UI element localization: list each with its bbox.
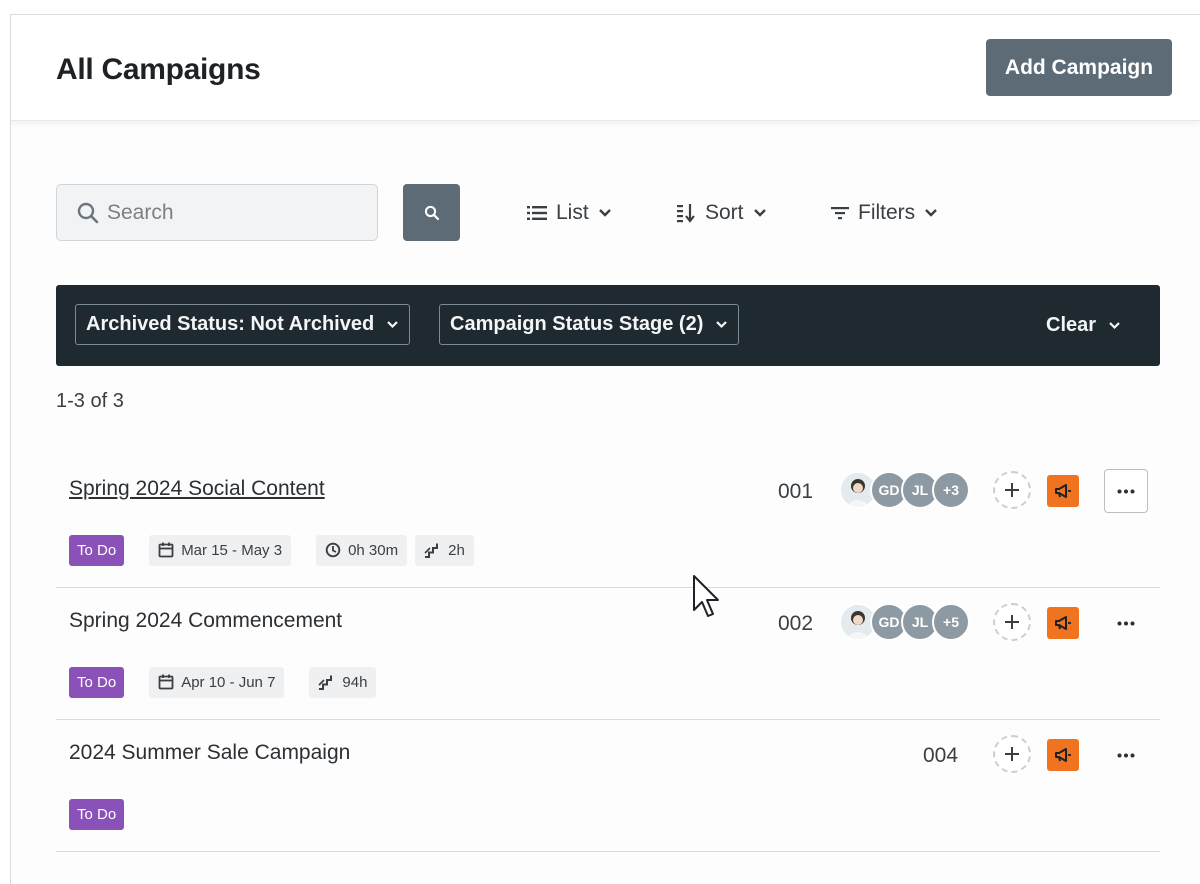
campaign-title-link[interactable]: 2024 Summer Sale Campaign bbox=[69, 741, 350, 765]
more-options-button[interactable] bbox=[1104, 601, 1148, 645]
plus-icon bbox=[1005, 615, 1019, 629]
more-options-button[interactable] bbox=[1104, 733, 1148, 777]
campaign-title-link[interactable]: Spring 2024 Social Content bbox=[69, 477, 325, 501]
date-range-text: Mar 15 - May 3 bbox=[181, 541, 283, 559]
campaign-row[interactable]: Spring 2024 Social Content To Do Mar 15 … bbox=[56, 456, 1160, 588]
clear-filters-button[interactable]: Clear bbox=[1046, 314, 1121, 337]
sort-dropdown[interactable]: Sort bbox=[676, 198, 767, 228]
avatar-overflow-count: +5 bbox=[932, 603, 970, 641]
megaphone-icon bbox=[1047, 607, 1079, 639]
time-tracked-tag: 0h 30m bbox=[316, 534, 408, 566]
filter-chip-label: Campaign Status Stage (2) bbox=[450, 313, 704, 335]
filters-label: Filters bbox=[858, 201, 916, 224]
active-filters-bar: Archived Status: Not Archived Campaign S… bbox=[56, 285, 1160, 366]
campaign-id: 004 bbox=[923, 744, 959, 767]
stairs-icon bbox=[318, 675, 333, 690]
filter-chip-label: Archived Status: Not Archived bbox=[86, 313, 375, 335]
view-dropdown[interactable]: List bbox=[527, 198, 612, 228]
calendar-icon bbox=[158, 542, 174, 558]
campaign-row[interactable]: 2024 Summer Sale Campaign To Do 004 bbox=[56, 720, 1160, 852]
search-field[interactable] bbox=[56, 184, 378, 241]
plus-icon bbox=[1005, 483, 1019, 497]
ellipsis-icon bbox=[1117, 489, 1135, 493]
filter-chip-archived-status[interactable]: Archived Status: Not Archived bbox=[75, 304, 411, 345]
campaign-tags: To Do Apr 10 - Jun 7 94h bbox=[69, 666, 377, 698]
search-icon bbox=[424, 205, 439, 220]
date-range-tag: Apr 10 - Jun 7 bbox=[149, 666, 285, 698]
add-assignee-button[interactable] bbox=[993, 735, 1031, 773]
add-assignee-button[interactable] bbox=[993, 471, 1031, 509]
page-title: All Campaigns bbox=[56, 53, 261, 86]
estimate-tag: 94h bbox=[309, 666, 377, 698]
chevron-down-icon bbox=[925, 209, 938, 217]
avatar-overflow-count: +3 bbox=[932, 471, 970, 509]
search-submit-button[interactable] bbox=[403, 184, 460, 241]
stairs-icon bbox=[424, 543, 439, 558]
campaign-tags: To Do Mar 15 - May 3 0h 30m 2h bbox=[69, 534, 474, 566]
more-options-button[interactable] bbox=[1104, 469, 1148, 513]
chevron-down-icon bbox=[598, 209, 611, 217]
calendar-icon bbox=[158, 674, 174, 690]
time-tracked-text: 0h 30m bbox=[348, 541, 399, 559]
results-count: 1-3 of 3 bbox=[56, 390, 124, 412]
sort-icon bbox=[677, 204, 695, 223]
search-input[interactable] bbox=[107, 200, 357, 225]
page-header: All Campaigns Add Campaign bbox=[11, 15, 1200, 121]
chevron-down-icon bbox=[1109, 322, 1120, 330]
clear-label: Clear bbox=[1046, 314, 1097, 336]
date-range-tag: Mar 15 - May 3 bbox=[149, 534, 292, 566]
date-range-text: Apr 10 - Jun 7 bbox=[181, 673, 276, 691]
assignee-avatars[interactable]: GD JL +5 bbox=[839, 603, 970, 643]
ellipsis-icon bbox=[1117, 621, 1135, 625]
chevron-down-icon bbox=[753, 209, 766, 217]
add-campaign-button[interactable]: Add Campaign bbox=[986, 39, 1172, 96]
sort-label: Sort bbox=[705, 201, 744, 224]
campaign-title-link[interactable]: Spring 2024 Commencement bbox=[69, 609, 342, 633]
ellipsis-icon bbox=[1117, 753, 1135, 757]
campaign-id: 001 bbox=[778, 480, 814, 503]
plus-icon bbox=[1005, 747, 1019, 761]
status-badge: To Do bbox=[69, 666, 125, 698]
filter-icon bbox=[831, 207, 849, 220]
estimate-text: 2h bbox=[448, 541, 465, 559]
list-icon bbox=[527, 206, 547, 220]
estimate-tag: 2h bbox=[415, 534, 474, 566]
filter-chip-campaign-status-stage[interactable]: Campaign Status Stage (2) bbox=[439, 304, 740, 345]
mouse-cursor-icon bbox=[693, 575, 719, 617]
search-icon bbox=[77, 202, 99, 223]
view-label: List bbox=[556, 201, 589, 224]
add-assignee-button[interactable] bbox=[993, 603, 1031, 641]
status-badge: To Do bbox=[69, 798, 125, 830]
clock-icon bbox=[325, 542, 341, 558]
filters-dropdown[interactable]: Filters bbox=[831, 198, 938, 228]
assignee-avatars[interactable]: GD JL +3 bbox=[839, 471, 970, 511]
megaphone-icon bbox=[1047, 475, 1079, 507]
app-window: All Campaigns Add Campaign List Sort Fil… bbox=[10, 14, 1200, 884]
campaign-row[interactable]: Spring 2024 Commencement To Do Apr 10 - … bbox=[56, 588, 1160, 720]
megaphone-icon bbox=[1047, 739, 1079, 771]
status-badge: To Do bbox=[69, 534, 125, 566]
chevron-down-icon bbox=[716, 321, 728, 329]
estimate-text: 94h bbox=[342, 673, 368, 691]
campaign-id: 002 bbox=[778, 612, 814, 635]
chevron-down-icon bbox=[387, 321, 398, 329]
campaign-tags: To Do bbox=[69, 798, 125, 830]
